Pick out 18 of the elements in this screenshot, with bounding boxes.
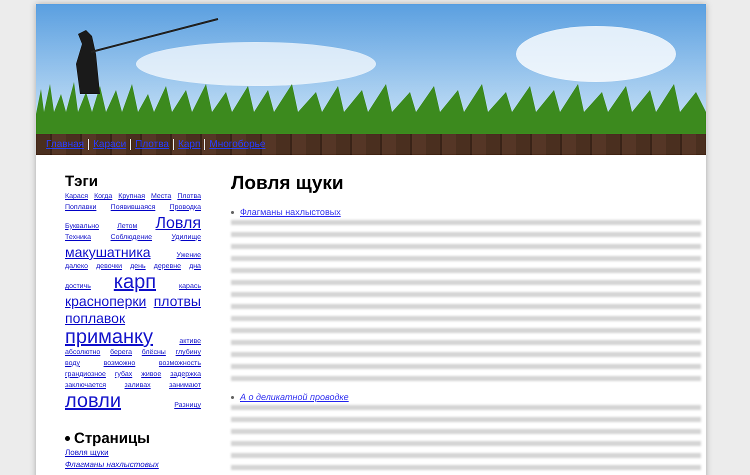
tag-link[interactable]: Ловля: [155, 214, 201, 233]
entry-link[interactable]: А о деликатной проводке: [240, 392, 349, 402]
article-title: Ловля щуки: [231, 173, 345, 195]
tag-link[interactable]: ловли: [65, 391, 122, 412]
bullet-icon: [231, 396, 234, 398]
tag-link[interactable]: поплавок: [65, 310, 126, 327]
bullet-icon: [231, 210, 234, 214]
bullet-icon: [65, 436, 70, 442]
tag-link[interactable]: макушатника: [65, 244, 151, 261]
tag-link[interactable]: красноперки: [65, 293, 146, 310]
tag-link[interactable]: приманку: [65, 327, 154, 348]
tag-link[interactable]: карп: [114, 272, 156, 294]
tag-link[interactable]: плотвы: [154, 293, 201, 310]
pages-heading: Страницы: [74, 430, 150, 448]
page-link[interactable]: Флагманы нахлыстовых: [65, 459, 201, 472]
entry-link[interactable]: Флагманы нахлыстовых: [240, 207, 341, 217]
tags-heading: Тэги: [65, 173, 99, 190]
page-link[interactable]: Ловля щуки: [65, 447, 201, 460]
